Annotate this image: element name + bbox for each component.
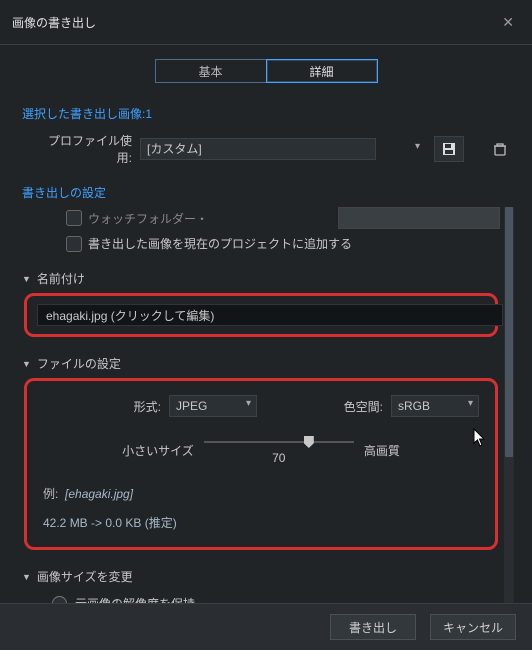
delete-icon[interactable] [486, 137, 514, 161]
example-label: 例: [43, 487, 58, 501]
naming-section-header[interactable]: ▼ 名前付け [22, 270, 500, 287]
example-filename: [ehagaki.jpg] [65, 487, 133, 501]
chevron-down-icon: ▼ [22, 274, 31, 284]
chevron-down-icon: ▼ [22, 572, 31, 582]
scrollbar[interactable] [504, 207, 514, 607]
scrollbar-thumb[interactable] [505, 207, 513, 457]
selected-images-header: 選択した書き出し画像:1 [22, 105, 514, 122]
export-settings-header[interactable]: 書き出しの設定 [22, 184, 514, 201]
disabled-field [338, 207, 500, 229]
export-button[interactable]: 書き出し [330, 614, 416, 640]
quality-slider[interactable] [204, 435, 354, 449]
footer: 書き出し キャンセル [0, 603, 532, 650]
tab-bar: 基本 詳細 [0, 59, 532, 83]
checkbox-add-to-project[interactable] [66, 236, 82, 252]
highlight-file-settings: 形式: JPEG 色空間: sRGB 小さいサイズ [24, 378, 498, 550]
dialog-title: 画像の書き出し [12, 14, 96, 31]
format-label: 形式: [43, 398, 161, 415]
size-estimate: 42.2 MB -> 0.0 KB (推定) [43, 514, 479, 531]
profile-label: プロファイル使用: [40, 132, 132, 166]
slider-left-label: 小さいサイズ [122, 442, 194, 459]
highlight-naming: ehagaki.jpg (クリックして編集) [24, 293, 498, 337]
colorspace-label: 色空間: [265, 398, 383, 415]
file-settings-section-header[interactable]: ▼ ファイルの設定 [22, 355, 500, 372]
cancel-button[interactable]: キャンセル [430, 614, 516, 640]
truncated-label: ウォッチフォルダー・・・・・・ [88, 210, 208, 227]
tab-advanced[interactable]: 詳細 [266, 59, 378, 83]
chevron-down-icon: ▼ [22, 359, 31, 369]
save-icon[interactable] [434, 136, 464, 162]
name-edit-field[interactable]: ehagaki.jpg (クリックして編集) [37, 304, 503, 326]
tab-basic[interactable]: 基本 [155, 59, 266, 83]
format-select[interactable]: JPEG [169, 395, 257, 417]
add-to-project-label: 書き出した画像を現在のプロジェクトに追加する [88, 235, 352, 252]
titlebar: 画像の書き出し ✕ [0, 0, 532, 45]
resize-section-header[interactable]: ▼ 画像サイズを変更 [22, 568, 500, 585]
close-icon[interactable]: ✕ [496, 10, 520, 35]
checkbox-truncated[interactable] [66, 210, 82, 226]
colorspace-select[interactable]: sRGB [391, 395, 479, 417]
quality-value: 70 [204, 451, 354, 465]
slider-right-label: 高画質 [364, 442, 400, 459]
profile-select[interactable]: [カスタム] [140, 138, 376, 160]
settings-scroll: ウォッチフォルダー・・・・・・ 書き出した画像を現在のプロジェクトに追加する ▼… [22, 207, 514, 607]
